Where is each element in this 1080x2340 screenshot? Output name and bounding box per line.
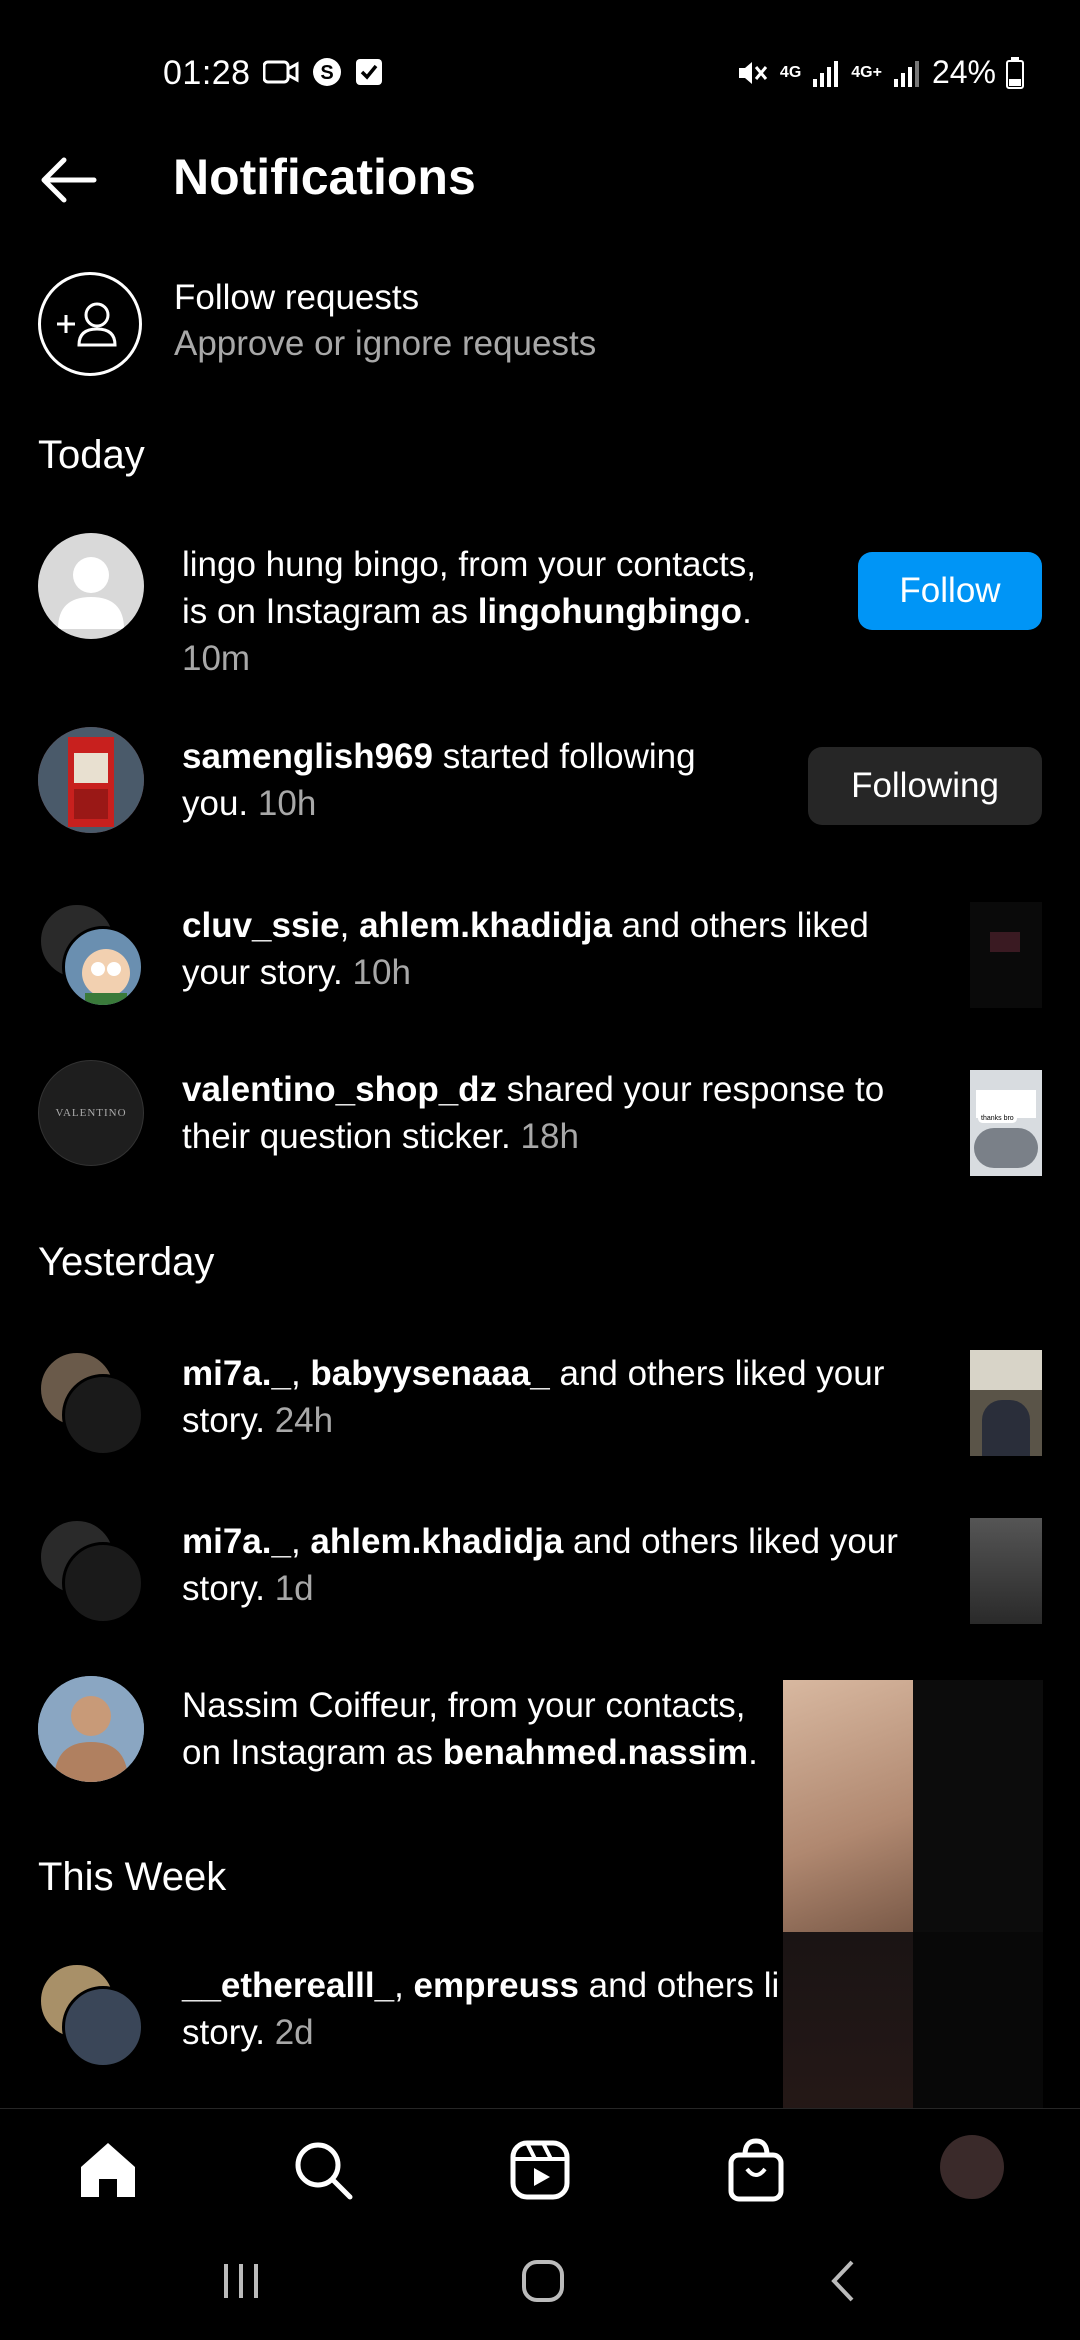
username[interactable]: mi7a._ [182,1354,291,1393]
header: Notifications [0,140,1080,220]
signal-icon-2 [893,60,919,87]
thumbnail-caption: thanks bro [978,1114,1017,1123]
notification-text: mi7a._, ahlem.khadidja and others liked … [182,1522,898,1608]
avatar [62,1542,144,1624]
notification-text: samenglish969 started following you. 10h [182,737,696,823]
skype-icon: S [313,58,341,86]
avatar [62,926,144,1008]
section-header-this-week: This Week [38,1855,227,1899]
section-header-today: Today [38,433,145,477]
notification-row[interactable]: cluv_ssie, ahlem.khadidja and others lik… [0,902,1080,1012]
timestamp: 10m [182,639,251,678]
username[interactable]: lingohungbingo [478,592,742,631]
back-arrow-icon[interactable] [36,152,100,208]
system-navigation-bar [0,2228,1080,2340]
back-icon[interactable] [822,2258,868,2304]
timestamp: 2d [274,2013,314,2052]
username[interactable]: __etherealll_ [182,1966,394,2005]
notification-row[interactable]: VALENTINO valentino_shop_dz shared your … [0,1060,1080,1176]
avatar[interactable] [38,533,144,639]
notification-text: Nassim Coiffeur, from your contacts, on … [182,1686,758,1772]
story-thumbnail[interactable] [970,1518,1042,1624]
username[interactable]: cluv_ssie [182,906,340,945]
network-type-1: 4G [779,63,802,81]
notification-text: lingo hung bingo, from your contacts, is… [182,541,756,682]
profile-avatar[interactable] [940,2135,1004,2199]
username[interactable]: samenglish969 [182,737,433,776]
video-call-icon [263,60,299,84]
status-time: 01:28 [163,54,251,92]
avatar [62,1374,144,1456]
home-icon[interactable] [73,2135,143,2205]
username[interactable]: valentino_shop_dz [182,1070,497,1109]
username[interactable]: benahmed.nassim [443,1733,748,1772]
section-header-yesterday: Yesterday [38,1240,215,1284]
page-title: Notifications [173,149,476,205]
reels-icon[interactable] [505,2135,575,2205]
notification-row[interactable]: samenglish969 started following you. 10h… [0,727,1080,837]
timestamp: 10h [352,953,411,992]
follow-button[interactable]: Follow [858,552,1042,630]
checkbox-icon [356,59,382,85]
follow-requests-item[interactable]: Follow requests Approve or ignore reques… [0,268,1080,378]
story-thumbnail[interactable] [970,1350,1042,1456]
battery-percent: 24% [931,54,996,90]
avatar[interactable] [38,727,144,833]
bottom-navigation [0,2108,1080,2228]
notification-row[interactable]: mi7a._, babyysenaaa_ and others liked yo… [0,1350,1080,1460]
avatar[interactable]: VALENTINO [38,1060,144,1166]
notification-row[interactable]: lingo hung bingo, from your contacts, is… [0,533,1080,683]
username[interactable]: ahlem.khadidja [359,906,612,945]
add-person-icon [38,272,142,376]
notification-text: valentino_shop_dz shared your response t… [182,1070,885,1156]
search-icon[interactable] [288,2135,358,2205]
status-left-icons: S [263,56,383,88]
username[interactable]: babyysenaaa_ [310,1354,549,1393]
status-right: 4G 4G+ 24% [736,54,1024,91]
home-button-icon[interactable] [520,2258,566,2304]
shop-icon[interactable] [721,2135,791,2205]
timestamp: 18h [520,1117,579,1156]
username[interactable]: empreuss [414,1966,579,2005]
network-type-2: 4G+ [851,63,882,81]
stacked-avatars[interactable] [38,902,148,1012]
status-bar: 01:28 S 4G 4G+ 24% [0,40,1080,110]
notification-text: __etherealll_, empreuss and others li st… [182,1966,780,2052]
avatar [62,1986,144,2068]
follow-requests-subtitle: Approve or ignore requests [174,324,597,363]
battery-icon [1006,56,1024,89]
signal-icon-1 [813,60,839,87]
following-button[interactable]: Following [808,747,1042,825]
stacked-avatars[interactable] [38,1350,148,1460]
avatar[interactable] [38,1676,144,1782]
notification-row[interactable]: mi7a._, ahlem.khadidja and others liked … [0,1518,1080,1628]
svg-text:S: S [320,62,333,84]
mute-icon [738,61,768,84]
follow-requests-title: Follow requests [174,278,420,317]
username[interactable]: mi7a._ [182,1522,291,1561]
stacked-avatars[interactable] [38,1962,148,2072]
timestamp: 1d [274,1569,314,1608]
notification-text: cluv_ssie, ahlem.khadidja and others lik… [182,906,869,992]
timestamp: 24h [274,1401,334,1440]
username[interactable]: ahlem.khadidja [310,1522,563,1561]
recent-apps-icon[interactable] [218,2258,264,2304]
story-thumbnail[interactable] [970,902,1042,1008]
avatar-logo-text: VALENTINO [55,1107,127,1119]
video-tile [783,1680,913,1932]
stacked-avatars[interactable] [38,1518,148,1628]
story-thumbnail[interactable]: thanks bro [970,1070,1042,1176]
notification-text: mi7a._, babyysenaaa_ and others liked yo… [182,1354,885,1440]
timestamp: 10h [257,784,317,823]
video-tile [913,1680,1043,1932]
